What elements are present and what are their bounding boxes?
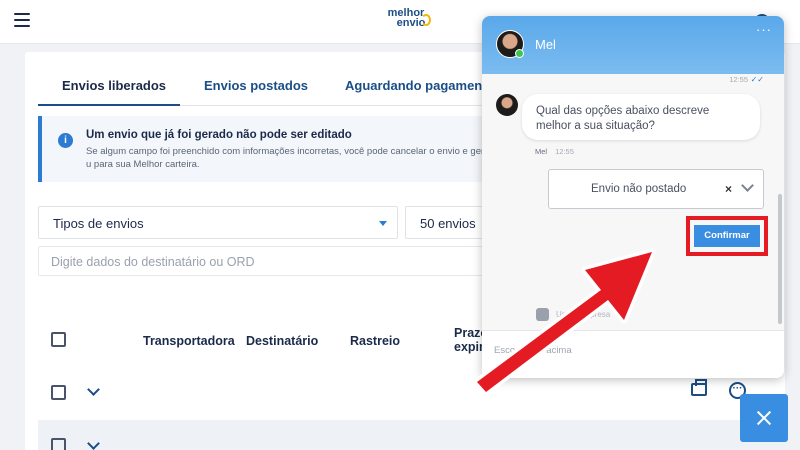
column-rastreio: Rastreio [350, 334, 401, 348]
more-options-icon[interactable]: ··· [756, 22, 772, 37]
tab-aguardando-pagamento[interactable]: Aguardando pagamento [345, 78, 495, 93]
chat-messages: 12:55 ✓✓ Qual das opções abaixo descreve… [482, 74, 784, 330]
bot-message: Qual das opções abaixo descreve melhor a… [522, 94, 760, 140]
tab-envios-liberados[interactable]: Envios liberados [62, 78, 166, 93]
select-all-checkbox[interactable] [51, 332, 66, 347]
agent-avatar [496, 94, 518, 116]
message-meta: Mel 12:55 [535, 147, 574, 156]
chat-scrollbar[interactable] [778, 194, 782, 324]
online-status-icon [515, 49, 524, 58]
menu-icon[interactable] [14, 13, 30, 27]
alert-title: Um envio que já foi gerado não pode ser … [86, 129, 352, 141]
read-check-icon: ✓✓ [750, 75, 764, 84]
info-icon: i [58, 133, 73, 148]
tabs: Envios liberados Envios postados Aguarda… [38, 72, 508, 106]
message-time: 12:55 [729, 75, 748, 84]
clear-icon[interactable]: × [725, 182, 732, 196]
caret-down-icon [379, 221, 387, 226]
print-icon[interactable] [691, 379, 707, 396]
chevron-down-icon[interactable] [87, 383, 100, 396]
row-checkbox[interactable] [51, 438, 66, 450]
column-destinatario: Destinatário [246, 334, 319, 348]
chat-widget: Mel ··· 12:55 ✓✓ Qual das opções abaixo … [482, 16, 784, 378]
chat-header: Mel ··· [482, 16, 784, 74]
agent-name: Mel [535, 37, 556, 52]
highlight-box: Confirmar [686, 216, 768, 256]
info-alert: i Um envio que já foi gerado não pode se… [38, 116, 508, 182]
column-transportadora: Transportadora [143, 334, 235, 348]
tipos-envio-select[interactable]: Tipos de envios [38, 206, 398, 239]
chat-input[interactable]: Esco opção acima [482, 330, 784, 378]
row-checkbox[interactable] [51, 385, 66, 400]
table-row [38, 420, 785, 450]
tab-envios-postados[interactable]: Envios postados [204, 78, 308, 93]
confirm-button[interactable]: Confirmar [694, 225, 760, 247]
logo-swirl-icon [421, 14, 431, 26]
option-select[interactable]: Envio não postado × [548, 169, 764, 209]
active-tab-indicator [38, 104, 180, 106]
user-icon [536, 308, 549, 321]
chevron-down-icon[interactable] [741, 179, 754, 192]
search-input[interactable]: Digite dados do destinatário ou ORD [38, 246, 508, 276]
chat-footer: Us da empresa [482, 308, 784, 328]
logo[interactable]: melhor envio [381, 8, 431, 29]
alert-body: Se algum campo foi preenchido com inform… [86, 146, 493, 170]
close-chat-button[interactable] [740, 394, 788, 442]
